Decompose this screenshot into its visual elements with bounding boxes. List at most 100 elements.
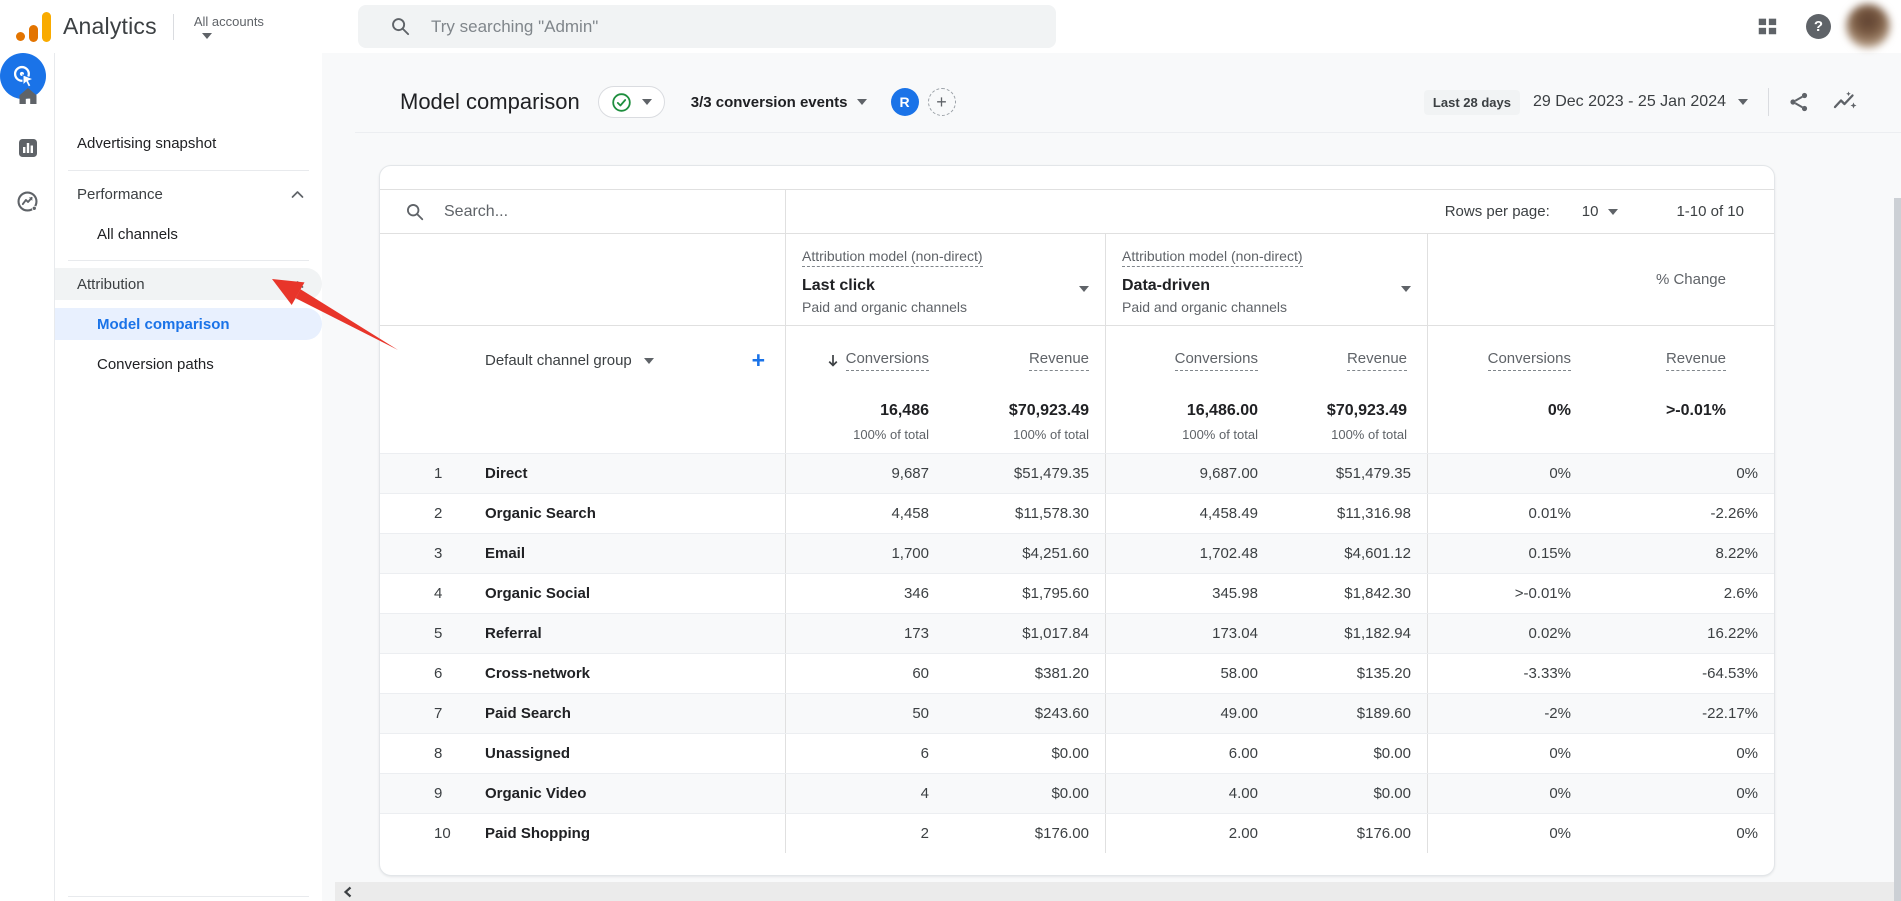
table-row: 9Organic Video4$0.004.00$0.000%0% [380, 773, 1774, 813]
collaborator-avatar[interactable]: R [891, 88, 919, 116]
report-status-menu[interactable] [598, 86, 665, 118]
rows-per-page-select[interactable]: 10 [1582, 203, 1619, 220]
explore-nav-button[interactable] [0, 189, 55, 214]
model-name: Last click [802, 277, 1089, 295]
cell-m2c: 345.98 [1105, 574, 1274, 613]
chevron-up-icon [291, 190, 304, 199]
date-range-chip: Last 28 days [1424, 90, 1520, 115]
account-picker[interactable]: All accounts [194, 14, 264, 39]
sidebar-section-label: Attribution [77, 276, 145, 293]
dimension-selector[interactable]: Default channel group [485, 352, 632, 369]
reports-nav-button[interactable] [0, 136, 55, 160]
report-header: Model comparison 3/3 conversion events R… [400, 83, 956, 121]
share-button[interactable] [1787, 90, 1811, 114]
cell-m2c: 4.00 [1105, 774, 1274, 813]
sidebar-item-model-comparison-selected[interactable]: Model comparison [55, 308, 322, 340]
percent-change-header: % Change [1427, 234, 1774, 325]
logo-bar-tall [42, 12, 51, 42]
analytics-logo-icon[interactable] [16, 12, 52, 42]
chevron-down-icon [1401, 286, 1411, 292]
cell-m1c: 50 [785, 694, 945, 733]
sidebar-divider [68, 170, 309, 171]
sidebar-item-advertising-snapshot[interactable]: Advertising snapshot [55, 127, 322, 159]
cell-cc: 0% [1427, 774, 1587, 813]
chevron-down-icon [202, 33, 212, 39]
cell-cc: -2% [1427, 694, 1587, 733]
main-content: Model comparison 3/3 conversion events R… [322, 53, 1901, 901]
column-header-revenue-change[interactable]: Revenue [1587, 326, 1774, 395]
column-header-conversions-1[interactable]: Conversions [785, 326, 945, 395]
cell-channel: Email [471, 534, 785, 573]
cell-m2r: $1,842.30 [1274, 574, 1427, 613]
sidebar-item-conversion-paths[interactable]: Conversion paths [55, 348, 322, 380]
cell-num: 2 [380, 494, 471, 533]
column-label: Conversions [1175, 350, 1258, 371]
insights-button[interactable] [1831, 90, 1858, 114]
column-label: Conversions [1488, 350, 1571, 371]
cell-cr: 2.6% [1587, 574, 1774, 613]
column-header-revenue-2[interactable]: Revenue [1274, 326, 1427, 395]
cell-channel: Unassigned [471, 734, 785, 773]
cell-num: 4 [380, 574, 471, 613]
user-avatar[interactable] [1846, 4, 1890, 48]
global-search-input[interactable] [429, 16, 989, 38]
column-header-revenue-1[interactable]: Revenue [945, 326, 1105, 395]
cell-num: 1 [380, 454, 471, 493]
cell-m2r: $189.60 [1274, 694, 1427, 733]
table-row: 2Organic Search4,458$11,578.304,458.49$1… [380, 493, 1774, 533]
table-row: 7Paid Search50$243.6049.00$189.60-2%-22.… [380, 693, 1774, 733]
table-search[interactable] [380, 190, 785, 233]
home-nav-button[interactable] [0, 84, 55, 108]
table-row: 4Organic Social346$1,795.60345.98$1,842.… [380, 573, 1774, 613]
apps-grid-button[interactable] [1756, 15, 1778, 42]
chevron-down-icon[interactable] [1738, 99, 1748, 105]
percent-change-label: % Change [1656, 271, 1726, 288]
total-subtext: 100% of total [1182, 427, 1258, 442]
add-collaborator-button[interactable]: + [928, 88, 956, 116]
attribution-model-selector-1[interactable]: Attribution model (non-direct) Last clic… [785, 234, 1105, 325]
global-search[interactable] [358, 5, 1056, 48]
attribution-model-row: Attribution model (non-direct) Last clic… [380, 234, 1774, 326]
attribution-model-selector-2[interactable]: Attribution model (non-direct) Data-driv… [1105, 234, 1427, 325]
account-picker-label: All accounts [194, 14, 264, 29]
chevron-down-icon[interactable] [644, 358, 654, 364]
help-button[interactable]: ? [1806, 14, 1831, 39]
horizontal-scrollbar[interactable] [335, 882, 1901, 901]
date-range-value[interactable]: 29 Dec 2023 - 25 Jan 2024 [1533, 93, 1726, 111]
table-search-input[interactable] [442, 202, 742, 222]
header-divider [355, 132, 1901, 133]
cell-m2c: 9,687.00 [1105, 454, 1274, 493]
cell-channel: Organic Social [471, 574, 785, 613]
pagination-range: 1-10 of 10 [1676, 203, 1744, 220]
apps-grid-icon [1756, 15, 1778, 37]
cell-num: 5 [380, 614, 471, 653]
conversion-events-selector[interactable]: 3/3 conversion events [691, 94, 867, 111]
table-row: 6Cross-network60$381.2058.00$135.20-3.33… [380, 653, 1774, 693]
total-value: 16,486 [880, 402, 929, 420]
totals-row: 16,486 100% of total $70,923.49 100% of … [380, 395, 1774, 453]
cell-m1c: 60 [785, 654, 945, 693]
vertical-scrollbar[interactable] [1894, 198, 1901, 901]
sidebar-section-performance[interactable]: Performance [55, 178, 322, 210]
sidebar-section-attribution[interactable]: Attribution [55, 268, 322, 300]
header-vertical-divider [1768, 88, 1769, 116]
table-pager: Rows per page: 10 1-10 of 10 [785, 190, 1774, 233]
chevron-down-icon [1079, 286, 1089, 292]
sidebar-item-all-channels[interactable]: All channels [55, 218, 322, 250]
rows-per-page-label: Rows per page: [1445, 203, 1550, 220]
column-header-conversions-change[interactable]: Conversions [1427, 326, 1587, 395]
cell-cr: 16.22% [1587, 614, 1774, 653]
add-column-button[interactable]: + [752, 349, 765, 372]
cell-m1c: 2 [785, 814, 945, 853]
column-header-conversions-2[interactable]: Conversions [1105, 326, 1274, 395]
cell-cc: 0.01% [1427, 494, 1587, 533]
cell-num: 9 [380, 774, 471, 813]
logo-bar-mid [29, 25, 38, 42]
help-icon: ? [1814, 18, 1823, 35]
table-row: 1Direct9,687$51,479.359,687.00$51,479.35… [380, 453, 1774, 493]
totals-spacer [380, 395, 785, 453]
cell-m1r: $0.00 [945, 774, 1105, 813]
check-circle-icon [611, 92, 632, 113]
cell-num: 3 [380, 534, 471, 573]
total-subtext: 100% of total [1013, 427, 1089, 442]
